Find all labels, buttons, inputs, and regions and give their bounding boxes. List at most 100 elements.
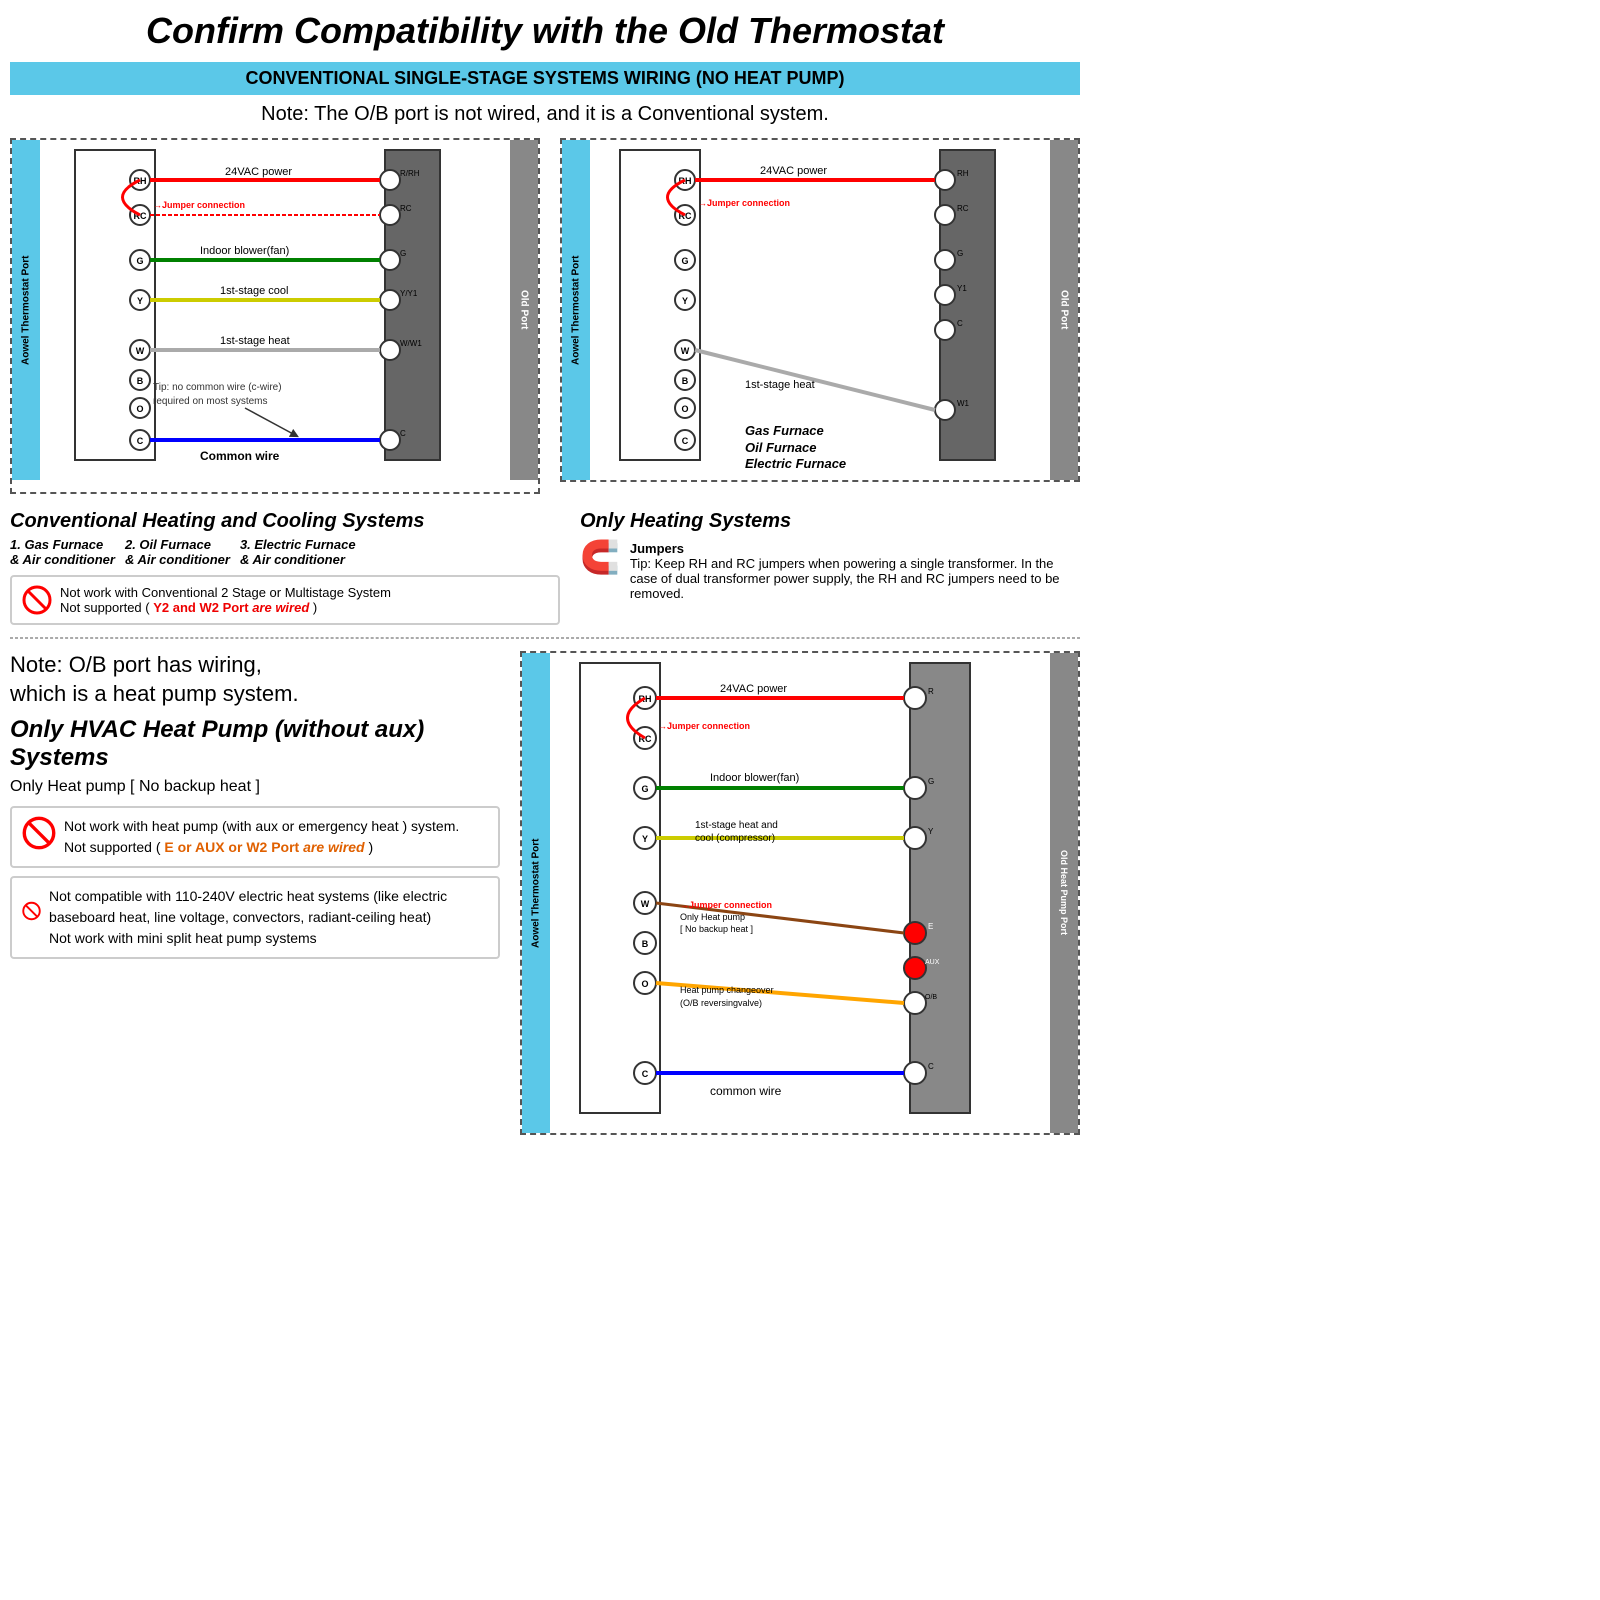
svg-text:Common wire: Common wire	[200, 449, 280, 463]
no-symbol-2	[22, 816, 56, 850]
svg-text:24VAC power: 24VAC power	[760, 165, 827, 177]
heat-pump-warning-2: Not compatible with 110-240V electric he…	[10, 876, 500, 959]
heat-pump-diagram-box: Aowel Thermostat Port RH RC G Y W	[520, 651, 1080, 1135]
svg-text:C: C	[642, 1069, 649, 1079]
only-heating-area: Only Heating Systems 🧲 Jumpers Tip: Keep…	[580, 510, 1080, 625]
svg-text:common wire: common wire	[710, 1084, 782, 1098]
bottom-left-area: Note: O/B port has wiring,which is a hea…	[10, 651, 500, 1135]
jumper-tip-text: Jumpers Tip: Keep RH and RC jumpers when…	[630, 541, 1080, 601]
svg-text:Gas Furnace: Gas Furnace	[745, 423, 824, 438]
svg-text:G: G	[641, 784, 648, 794]
svg-text:O: O	[641, 979, 648, 989]
svg-text:→Jumper connection: →Jumper connection	[680, 900, 772, 910]
svg-text:G: G	[400, 249, 406, 258]
svg-text:→Jumper connection: →Jumper connection	[698, 198, 790, 208]
right-port-label-3: Old Heat Pump Port	[1050, 653, 1078, 1133]
conv-item-2: 2. Oil Furnace& Air conditioner	[125, 537, 230, 567]
heat-pump-warning-1-text: Not work with heat pump (with aux or eme…	[64, 816, 459, 858]
svg-text:24VAC power: 24VAC power	[720, 683, 787, 695]
svg-text:W: W	[136, 346, 145, 356]
svg-text:Y: Y	[682, 296, 688, 306]
page-title: Confirm Compatibility with the Old Therm…	[10, 10, 1080, 52]
svg-text:G: G	[957, 249, 963, 258]
svg-text:Y1: Y1	[957, 284, 967, 293]
divider	[10, 637, 1080, 639]
svg-text:24VAC power: 24VAC power	[225, 166, 292, 178]
left-port-label-2: Aowel Thermostat Port	[562, 140, 590, 480]
svg-text:R/RH: R/RH	[400, 169, 420, 178]
heat-pump-note: Note: O/B port has wiring,which is a hea…	[10, 651, 500, 708]
section-banner: CONVENTIONAL SINGLE-STAGE SYSTEMS WIRING…	[10, 62, 1080, 95]
left-port-label-3: Aowel Thermostat Port	[522, 653, 550, 1133]
svg-text:B: B	[137, 376, 144, 386]
bottom-section: Note: O/B port has wiring,which is a hea…	[10, 651, 1080, 1135]
not-supported-box: Not work with Conventional 2 Stage or Mu…	[10, 575, 560, 625]
heat-pump-title: Only HVAC Heat Pump (without aux) System…	[10, 716, 500, 772]
right-diagram-box: Aowel Thermostat Port RH RC G Y	[560, 138, 1080, 482]
conventional-title: Conventional Heating and Cooling Systems	[10, 510, 560, 533]
jumper-icon: 🧲	[580, 541, 620, 573]
svg-text:Oil Furnace: Oil Furnace	[745, 440, 817, 455]
svg-text:Only Heat pump: Only Heat pump	[680, 912, 745, 922]
svg-text:B: B	[642, 939, 649, 949]
svg-text:G: G	[136, 256, 143, 266]
svg-text:Indoor blower(fan): Indoor blower(fan)	[200, 245, 289, 257]
svg-text:B: B	[682, 376, 689, 386]
conv-item-1: 1. Gas Furnace& Air conditioner	[10, 537, 115, 567]
svg-text:RC: RC	[957, 204, 969, 213]
svg-text:[ No backup heat ]: [ No backup heat ]	[680, 924, 753, 934]
svg-text:W1: W1	[957, 399, 970, 408]
no-symbol-1	[22, 585, 52, 615]
svg-text:Indoor blower(fan): Indoor blower(fan)	[710, 772, 799, 784]
top-right-area: Aowel Thermostat Port RH RC G Y	[560, 138, 1080, 494]
heat-pump-warning-2-text: Not compatible with 110-240V electric he…	[49, 886, 488, 949]
svg-text:Y: Y	[137, 296, 143, 306]
svg-text:cool (compressor): cool (compressor)	[695, 833, 775, 844]
left-port-label-1: Aowel Thermostat Port	[12, 140, 40, 480]
svg-text:(O/B reversingvalve): (O/B reversingvalve)	[680, 998, 762, 1008]
right-port-label-2: Old Port	[1050, 140, 1078, 480]
svg-text:O: O	[136, 404, 143, 414]
svg-text:W: W	[641, 899, 650, 909]
svg-text:required on most systems: required on most systems	[153, 396, 268, 407]
conventional-labels-area: Conventional Heating and Cooling Systems…	[10, 510, 560, 625]
labels-row: Conventional Heating and Cooling Systems…	[10, 510, 1080, 625]
no-symbol-3	[22, 886, 41, 936]
svg-text:C: C	[682, 436, 689, 446]
heat-pump-warning-1: Not work with heat pump (with aux or eme…	[10, 806, 500, 868]
jumpers-label: Jumpers	[630, 541, 684, 556]
svg-text:Y: Y	[928, 827, 934, 836]
only-heating-title: Only Heating Systems	[580, 510, 1080, 533]
right-wiring-svg-top: RH RC G Y W B O C	[590, 140, 1050, 480]
main-container: Confirm Compatibility with the Old Therm…	[10, 10, 1080, 1135]
svg-text:Y: Y	[642, 834, 648, 844]
svg-text:C: C	[400, 429, 406, 438]
svg-text:Electric Furnace: Electric Furnace	[745, 456, 846, 471]
svg-text:C: C	[928, 1062, 934, 1071]
svg-text:G: G	[681, 256, 688, 266]
svg-text:E: E	[928, 922, 933, 931]
svg-text:→Jumper connection: →Jumper connection	[658, 721, 750, 731]
svg-text:Y/Y1: Y/Y1	[400, 289, 418, 298]
svg-text:AUX: AUX	[925, 959, 940, 966]
svg-text:O: O	[681, 404, 688, 414]
svg-text:Heat pump changeover: Heat pump changeover	[680, 985, 774, 995]
svg-text:W: W	[681, 346, 690, 356]
subtitle-note: Note: The O/B port is not wired, and it …	[10, 103, 1080, 126]
svg-text:R: R	[928, 687, 934, 696]
svg-text:→Jumper connection: →Jumper connection	[153, 200, 245, 210]
svg-text:RC: RC	[400, 204, 412, 213]
svg-text:1st-stage heat: 1st-stage heat	[220, 335, 290, 347]
conventional-items: 1. Gas Furnace& Air conditioner 2. Oil F…	[10, 537, 560, 567]
svg-text:RH: RH	[957, 169, 969, 178]
left-wiring-svg: RH RC G Y W B	[40, 140, 510, 480]
top-diagrams-row: Aowel Thermostat Port RH RC G	[10, 138, 1080, 494]
jumper-tip: 🧲 Jumpers Tip: Keep RH and RC jumpers wh…	[580, 541, 1080, 601]
svg-text:1st-stage heat: 1st-stage heat	[745, 379, 815, 391]
svg-text:Tip: no common wire (c-wire): Tip: no common wire (c-wire)	[153, 382, 282, 393]
right-port-label-1: Old Port	[510, 140, 538, 480]
svg-text:O/B: O/B	[925, 994, 937, 1001]
svg-text:G: G	[928, 777, 934, 786]
svg-text:C: C	[137, 436, 144, 446]
conv-item-3: 3. Electric Furnace& Air conditioner	[240, 537, 356, 567]
